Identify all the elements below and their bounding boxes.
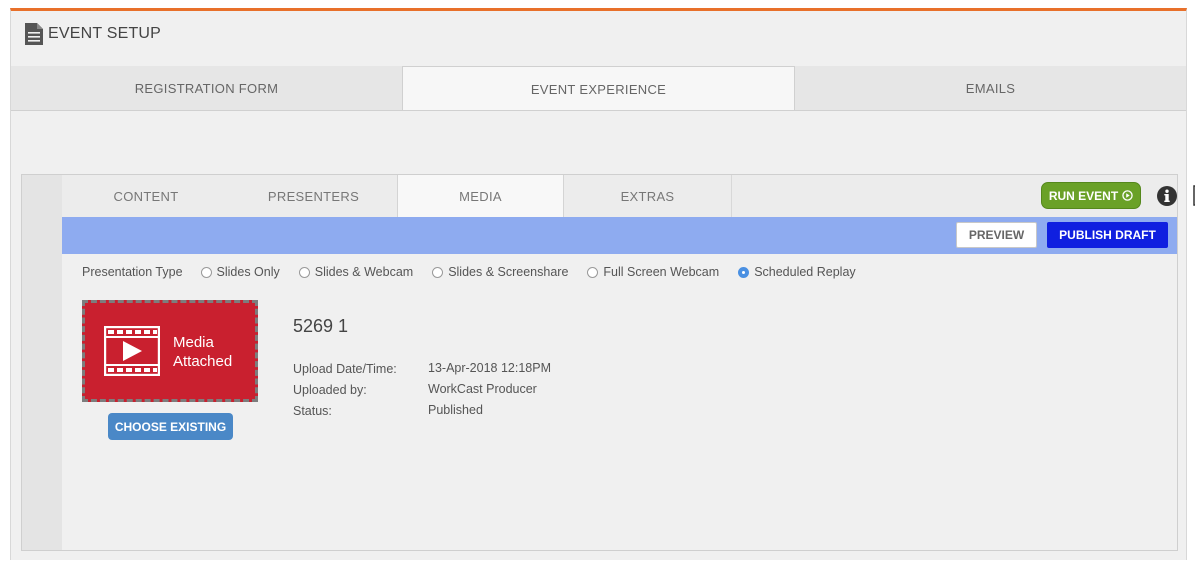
uploaded-by-value: WorkCast Producer	[428, 382, 537, 396]
preview-button[interactable]: PREVIEW	[956, 222, 1037, 248]
radio-slides-only[interactable]: Slides Only	[200, 265, 280, 279]
left-strip	[22, 175, 62, 550]
tab-presenters[interactable]: PRESENTERS	[230, 175, 397, 217]
radio-slides-screenshare[interactable]: Slides & Screenshare	[432, 265, 568, 279]
play-circle-icon	[1122, 190, 1133, 201]
media-title: 5269 1	[293, 316, 349, 336]
radio-label: Slides Only	[216, 265, 280, 279]
presentation-type-row: Presentation Type Slides Only Slides & W…	[82, 265, 875, 279]
tab-emails[interactable]: EMAILS	[795, 66, 1186, 110]
document-icon	[25, 23, 43, 45]
run-event-label: RUN EVENT	[1048, 188, 1119, 203]
radio-button[interactable]	[587, 266, 599, 278]
presentation-type-label: Presentation Type	[82, 265, 183, 279]
tab-media[interactable]: MEDIA	[397, 175, 564, 217]
tab-event-experience[interactable]: EVENT EXPERIENCE	[402, 66, 795, 110]
draft-action-bar: PREVIEW PUBLISH DRAFT	[62, 217, 1177, 254]
video-film-icon	[104, 326, 160, 376]
choose-existing-button[interactable]: CHOOSE EXISTING	[108, 413, 233, 440]
tab-content[interactable]: CONTENT	[62, 175, 230, 217]
radio-label: Full Screen Webcam	[603, 265, 720, 279]
radio-label: Slides & Webcam	[314, 265, 414, 279]
sub-tabs: CONTENT PRESENTERS MEDIA EXTRAS RUN EVEN…	[62, 175, 1195, 217]
radio-button[interactable]	[298, 266, 310, 278]
tab-registration-form[interactable]: REGISTRATION FORM	[11, 66, 402, 110]
media-panel: CONTENT PRESENTERS MEDIA EXTRAS RUN EVEN…	[21, 174, 1195, 551]
tab-extras[interactable]: EXTRAS	[564, 175, 731, 217]
media-attached-tile[interactable]: Media Attached	[82, 300, 258, 402]
radio-button-selected[interactable]	[738, 266, 750, 278]
radio-button[interactable]	[200, 266, 212, 278]
page-header: EVENT SETUP	[25, 23, 161, 45]
upload-date-label: Upload Date/Time:	[293, 362, 397, 376]
radio-slides-webcam[interactable]: Slides & Webcam	[298, 265, 414, 279]
radio-full-screen-webcam[interactable]: Full Screen Webcam	[587, 265, 719, 279]
tab-divider	[731, 175, 732, 217]
media-tile-line2: Attached	[173, 353, 233, 370]
radio-button[interactable]	[432, 266, 444, 278]
publish-draft-button[interactable]: PUBLISH DRAFT	[1047, 222, 1168, 248]
page-title: EVENT SETUP	[48, 25, 162, 42]
media-tile-line1: Media	[173, 334, 214, 351]
event-setup-panel: EVENT SETUP REGISTRATION FORM EVENT EXPE…	[10, 8, 1195, 560]
status-value: Published	[428, 403, 483, 417]
uploaded-by-label: Uploaded by:	[293, 383, 367, 397]
run-event-button[interactable]: RUN EVENT	[1041, 182, 1141, 209]
radio-label: Scheduled Replay	[754, 265, 856, 279]
upload-date-value: 13-Apr-2018 12:18PM	[428, 361, 551, 375]
status-label: Status:	[293, 404, 332, 418]
main-tabs: REGISTRATION FORM EVENT EXPERIENCE EMAIL…	[11, 66, 1186, 111]
radio-label: Slides & Screenshare	[448, 265, 569, 279]
radio-scheduled-replay[interactable]: Scheduled Replay	[738, 265, 856, 279]
info-icon[interactable]	[1157, 186, 1177, 206]
media-attached-text: Media Attached	[173, 333, 232, 371]
